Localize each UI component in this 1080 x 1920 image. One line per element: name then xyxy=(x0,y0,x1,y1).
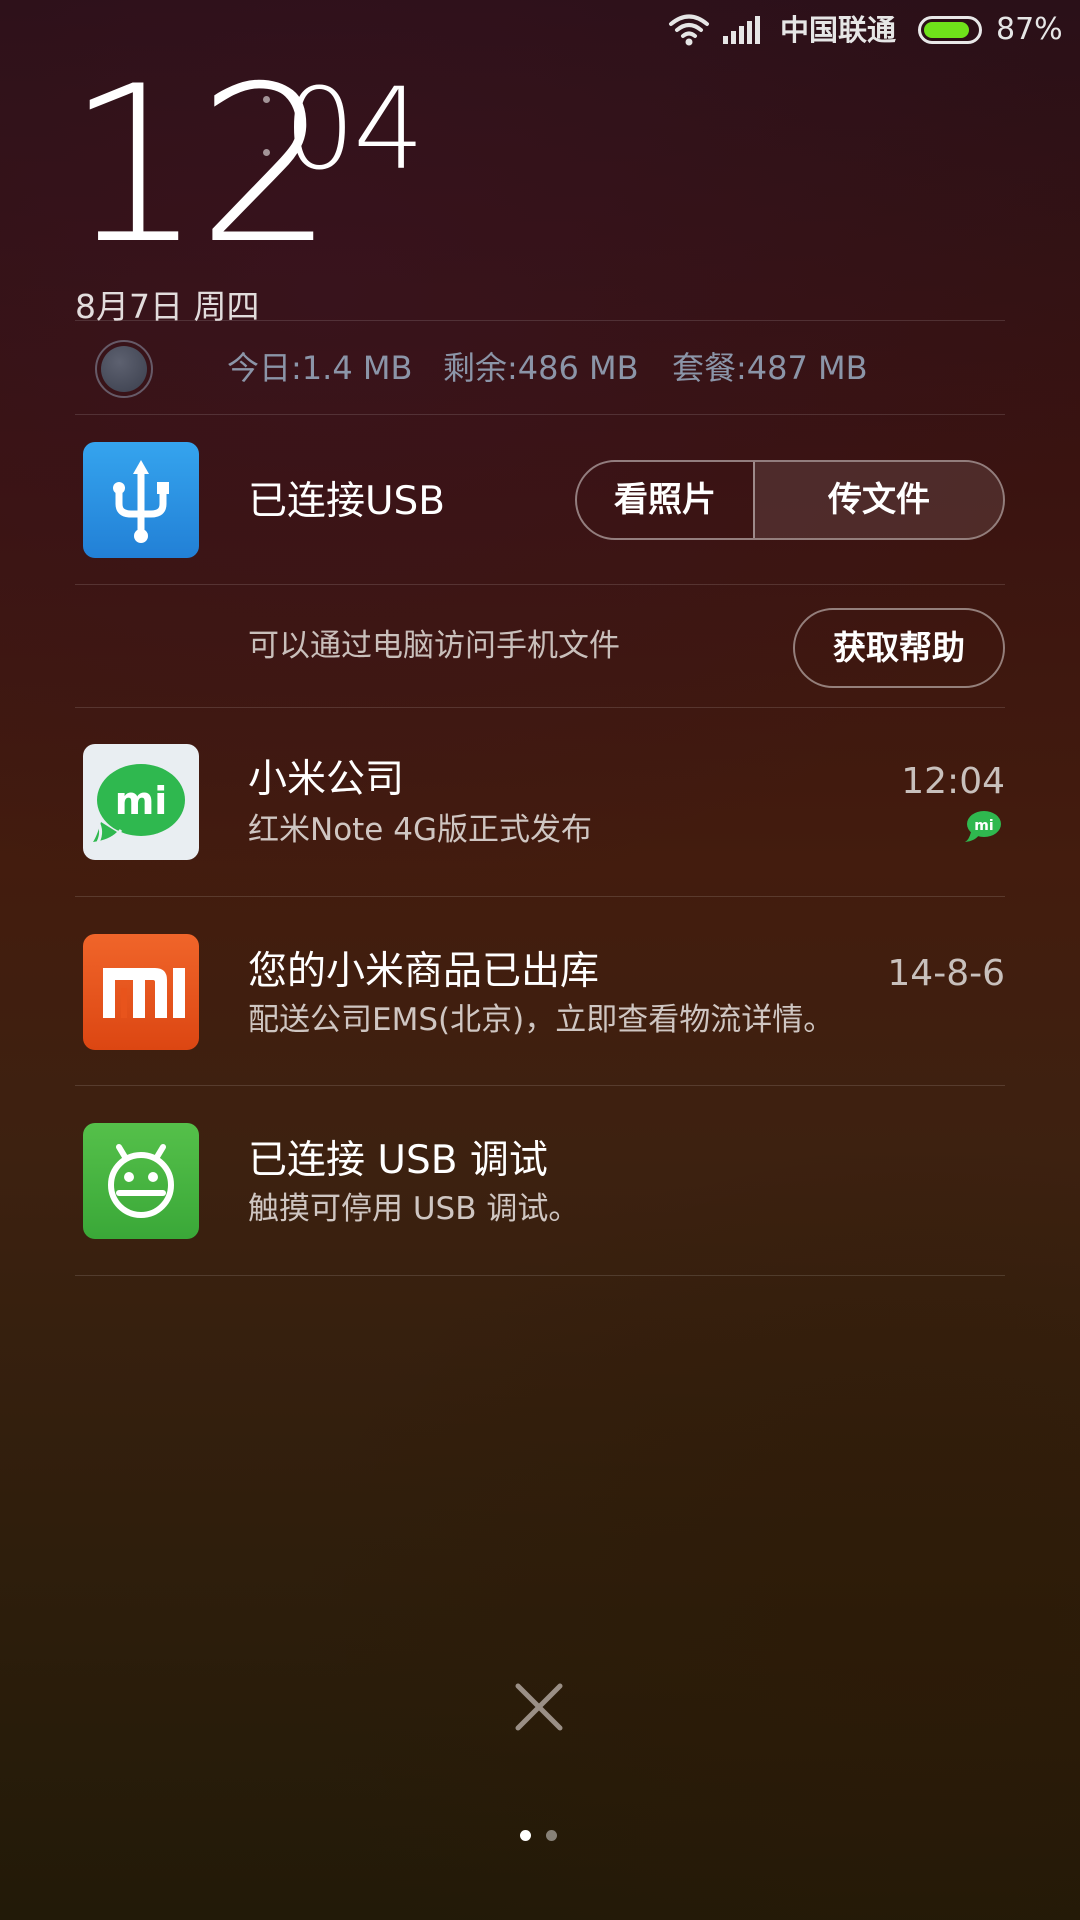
notification-title: 已连接 USB 调试 xyxy=(248,1138,548,1183)
usb-icon xyxy=(83,442,199,558)
carrier-name: 中国联通 xyxy=(780,13,897,47)
data-usage-toggle[interactable] xyxy=(95,340,153,398)
battery-level-fill xyxy=(924,22,970,38)
divider xyxy=(75,896,1005,897)
divider xyxy=(75,414,1005,415)
clock-minute: 04 xyxy=(284,65,425,195)
mitalk-small-icon: mi xyxy=(965,811,1001,842)
page-dot xyxy=(546,1830,557,1841)
signal-icon xyxy=(723,16,760,44)
notification-subtitle: 红米Note 4G版正式发布 xyxy=(248,812,592,848)
transfer-files-button[interactable]: 传文件 xyxy=(753,462,1003,538)
notification-mi-store[interactable]: 您的小米商品已出库 配送公司EMS(北京)，立即查看物流详情。 14-8-6 xyxy=(75,916,1005,1076)
notification-subtitle: 触摸可停用 USB 调试。 xyxy=(248,1191,580,1227)
divider xyxy=(75,1275,1005,1276)
notification-mitalk[interactable]: mi 小米公司 红米Note 4G版正式发布 12:04 mi xyxy=(75,728,1005,888)
usb-notification-title: 已连接USB xyxy=(248,479,446,524)
usb-mode-selector: 看照片 传文件 xyxy=(575,460,1005,540)
mitalk-icon: mi xyxy=(83,744,199,860)
usage-plan: 套餐:487 MB xyxy=(672,349,868,387)
svg-text:mi: mi xyxy=(115,779,168,823)
close-icon[interactable] xyxy=(512,1680,566,1734)
divider xyxy=(75,1085,1005,1086)
notification-title: 小米公司 xyxy=(248,757,405,802)
get-help-button[interactable]: 获取帮助 xyxy=(793,608,1005,688)
clock-separator xyxy=(263,96,273,166)
android-icon xyxy=(83,1123,199,1239)
notification-time: 12:04 xyxy=(901,761,1005,802)
view-photos-button[interactable]: 看照片 xyxy=(577,462,753,538)
usb-notification-description: 可以通过电脑访问手机文件 xyxy=(248,628,620,664)
data-usage-row: 今日:1.4 MB 剩余:486 MB 套餐:487 MB xyxy=(75,320,1005,414)
divider xyxy=(75,584,1005,585)
notification-usb-debugging[interactable]: 已连接 USB 调试 触摸可停用 USB 调试。 xyxy=(75,1105,1005,1265)
divider xyxy=(75,707,1005,708)
page-dot xyxy=(520,1830,531,1841)
notification-subtitle: 配送公司EMS(北京)，立即查看物流详情。 xyxy=(248,1002,835,1038)
usage-today: 今日:1.4 MB xyxy=(227,349,413,387)
page-indicator xyxy=(520,1830,560,1842)
mi-logo-icon xyxy=(83,934,199,1050)
battery-percent: 87% xyxy=(996,12,1063,47)
usage-remaining: 剩余:486 MB xyxy=(443,349,639,387)
svg-text:mi: mi xyxy=(974,818,993,834)
battery-icon xyxy=(918,16,982,44)
notification-time: 14-8-6 xyxy=(887,953,1005,994)
notification-title: 您的小米商品已出库 xyxy=(248,949,600,994)
wifi-icon xyxy=(669,14,709,46)
